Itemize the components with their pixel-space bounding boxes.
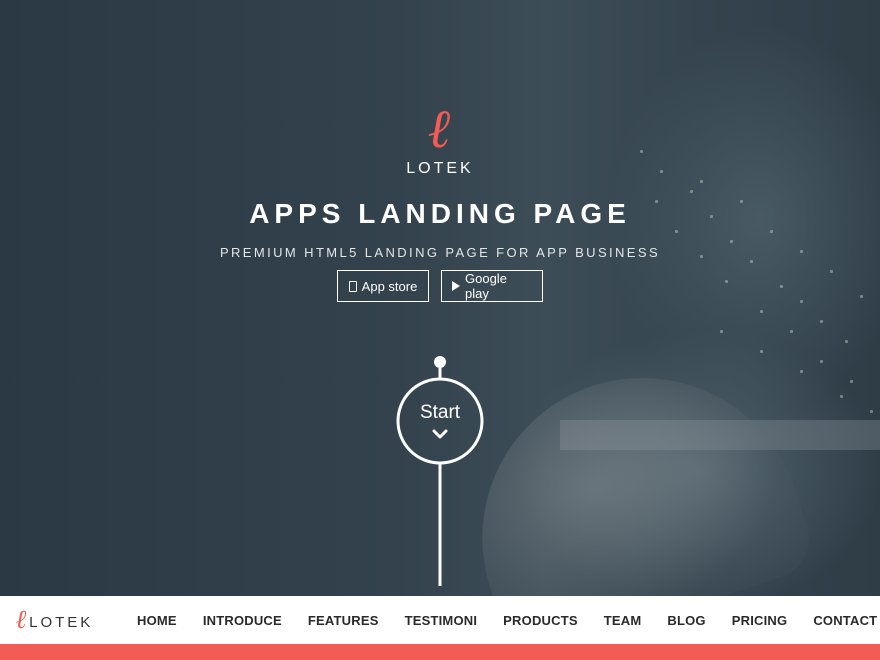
background-hand bbox=[440, 336, 820, 596]
nav-item-contact[interactable]: CONTACT bbox=[813, 613, 877, 628]
play-icon bbox=[452, 281, 460, 291]
nav-item-products[interactable]: PRODUCTS bbox=[503, 613, 578, 628]
background-city-light bbox=[820, 320, 823, 323]
nav-menu: HOME INTRODUCE FEATURES TESTIMONI PRODUC… bbox=[137, 596, 880, 644]
navbar: ℓ LOTEK HOME INTRODUCE FEATURES TESTIMON… bbox=[0, 596, 880, 644]
nav-logo-mark: ℓ bbox=[16, 605, 28, 635]
hero-logo-mark: ℓ bbox=[428, 96, 452, 160]
background-city-light bbox=[720, 330, 723, 333]
background-city-light bbox=[820, 360, 823, 363]
nav-item-pricing[interactable]: PRICING bbox=[732, 613, 788, 628]
hero-subtitle: PREMIUM HTML5 LANDING PAGE FOR APP BUSIN… bbox=[219, 245, 661, 260]
background-city-light bbox=[790, 330, 793, 333]
background-city-light bbox=[730, 240, 733, 243]
nav-logo-text: LOTEK bbox=[29, 613, 94, 631]
nav-item-team[interactable]: TEAM bbox=[604, 613, 642, 628]
hero-title: APPS LANDING PAGE bbox=[249, 198, 631, 229]
background-city-light bbox=[845, 340, 848, 343]
app-store-button[interactable]: App store bbox=[337, 270, 429, 302]
background-city-light bbox=[770, 230, 773, 233]
background-city-light bbox=[850, 380, 853, 383]
background-city-light bbox=[675, 230, 678, 233]
download-buttons: App store Google play bbox=[0, 270, 880, 302]
nav-logo[interactable]: ℓ LOTEK bbox=[16, 604, 93, 636]
nav-item-features[interactable]: FEATURES bbox=[308, 613, 379, 628]
background-city-light bbox=[870, 410, 873, 413]
background-city-light bbox=[800, 370, 803, 373]
chevron-down-icon[interactable] bbox=[430, 428, 450, 440]
background-city-light bbox=[760, 350, 763, 353]
start-top-dot bbox=[434, 356, 446, 368]
background-city-light bbox=[750, 260, 753, 263]
background-city-light bbox=[690, 190, 693, 193]
hero-section: ℓ LOTEK APPS LANDING PAGE PREMIUM HTML5 … bbox=[0, 0, 880, 596]
background-city-light bbox=[840, 395, 843, 398]
start-label[interactable]: Start bbox=[400, 402, 480, 424]
nav-item-blog[interactable]: BLOG bbox=[667, 613, 705, 628]
hero-logo-text: LOTEK bbox=[406, 160, 474, 177]
accent-bar bbox=[0, 644, 880, 660]
background-city-light bbox=[700, 180, 703, 183]
start-indicator bbox=[396, 356, 484, 586]
google-play-label: Google play bbox=[465, 271, 507, 301]
nav-item-introduce[interactable]: INTRODUCE bbox=[203, 613, 282, 628]
google-play-button[interactable]: Google play bbox=[441, 270, 543, 302]
nav-item-testimoni[interactable]: TESTIMONI bbox=[405, 613, 478, 628]
app-store-label: App store bbox=[361, 278, 418, 294]
nav-item-home[interactable]: HOME bbox=[137, 613, 177, 628]
tablet-icon bbox=[348, 280, 357, 292]
background-city-light bbox=[760, 310, 763, 313]
